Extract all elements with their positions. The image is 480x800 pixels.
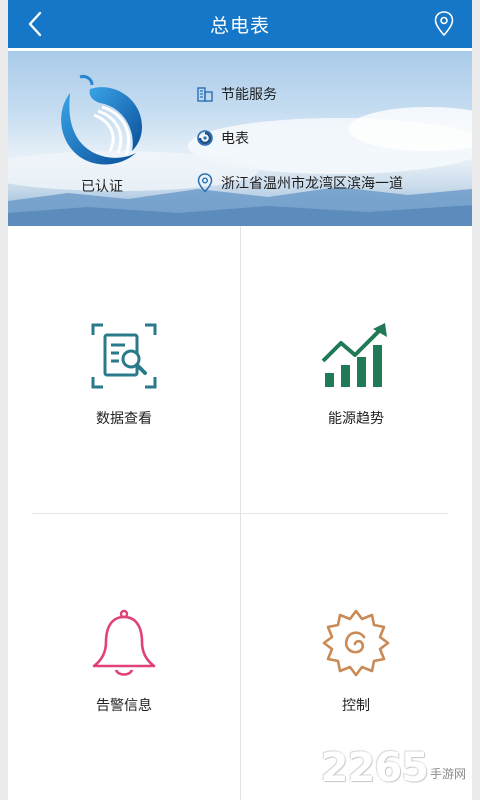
certified-label: 已认证 bbox=[81, 179, 123, 195]
left-gutter bbox=[0, 0, 8, 800]
tile-energy-trend[interactable]: 能源趋势 bbox=[240, 226, 472, 513]
location-button[interactable] bbox=[428, 8, 460, 40]
address-row: 浙江省温州市龙湾区滨海一道 bbox=[195, 173, 403, 193]
back-button[interactable] bbox=[20, 8, 52, 40]
service-label: 节能服务 bbox=[221, 87, 277, 103]
page-title: 总电表 bbox=[209, 14, 270, 37]
building-icon bbox=[195, 84, 215, 104]
meter-banner: 已认证 节能服务 电表 浙江省温州市龙湾区滨海一道 bbox=[8, 51, 472, 226]
location-pin-icon bbox=[434, 11, 454, 37]
location-pin-small-icon bbox=[195, 173, 215, 193]
tile-label: 数据查看 bbox=[96, 411, 152, 427]
meter-row: 电表 bbox=[195, 128, 249, 148]
address-text: 浙江省温州市龙湾区滨海一道 bbox=[221, 176, 403, 192]
energy-trend-icon bbox=[316, 316, 396, 396]
meter-icon bbox=[195, 128, 215, 148]
tile-label: 告警信息 bbox=[96, 698, 152, 714]
data-view-icon bbox=[84, 316, 164, 396]
function-grid: 数据查看 能源趋势 告警信息 控制 bbox=[8, 226, 472, 800]
tile-label: 控制 bbox=[342, 698, 370, 714]
right-gutter bbox=[472, 0, 480, 800]
app-header: 总电表 bbox=[8, 0, 472, 48]
chevron-left-icon bbox=[28, 11, 42, 37]
meter-label: 电表 bbox=[221, 131, 249, 147]
control-gear-icon bbox=[316, 603, 396, 683]
service-row: 节能服务 bbox=[195, 84, 277, 104]
company-logo bbox=[52, 71, 152, 171]
watermark-number: 2265 bbox=[320, 745, 429, 791]
tile-alarm-info[interactable]: 告警信息 bbox=[8, 513, 240, 800]
tile-label: 能源趋势 bbox=[328, 411, 384, 427]
tile-data-view[interactable]: 数据查看 bbox=[8, 226, 240, 513]
alarm-bell-icon bbox=[84, 603, 164, 683]
site-watermark: 2265 手游网 bbox=[321, 748, 466, 788]
watermark-text: 手游网 bbox=[429, 767, 466, 781]
